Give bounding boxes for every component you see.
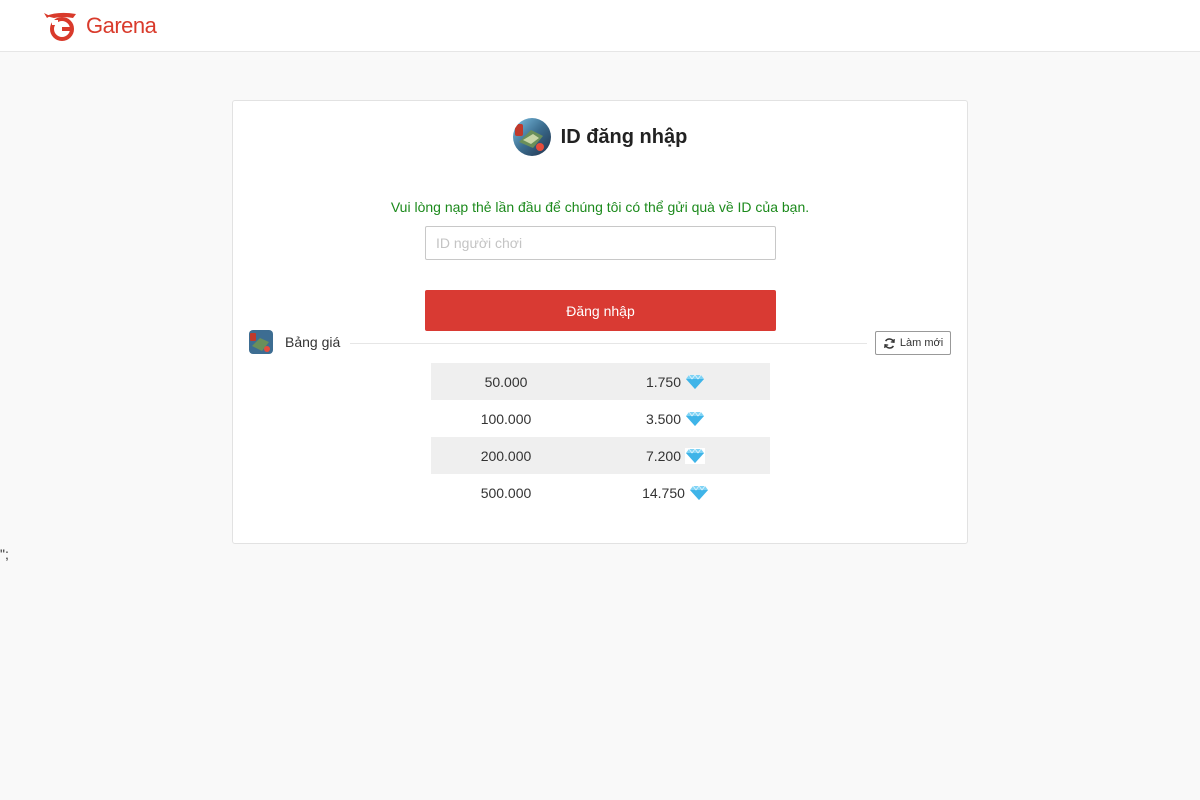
- diamond-amount: 14.750: [642, 484, 685, 501]
- refresh-button[interactable]: Làm mới: [875, 331, 951, 355]
- login-button[interactable]: Đăng nhập: [425, 290, 776, 331]
- divider: [350, 343, 867, 344]
- price-diamonds: 1.750: [581, 374, 770, 390]
- game-icon: [249, 330, 273, 354]
- diamond-amount: 1.750: [645, 373, 682, 390]
- garena-logo-icon: [44, 12, 76, 41]
- price-vnd: 50.000: [484, 373, 528, 390]
- price-vnd: 200.000: [480, 447, 532, 464]
- diamond-amount: 7.200: [645, 447, 682, 464]
- top-bar: Garena: [0, 0, 1200, 52]
- page-title: ID đăng nhập: [560, 125, 688, 148]
- price-diamonds: 14.750: [581, 485, 770, 501]
- price-diamonds: 7.200: [581, 447, 770, 464]
- price-row: 500.000 14.750: [431, 474, 770, 511]
- card-header: ID đăng nhập: [233, 117, 967, 157]
- garena-logo[interactable]: Garena: [42, 10, 157, 42]
- diamond-icon: [685, 447, 706, 464]
- price-list-title: Bảng giá: [285, 334, 341, 350]
- player-id-input[interactable]: [425, 226, 776, 260]
- free-fire-game-icon: [512, 118, 551, 156]
- price-vnd: 100.000: [480, 410, 532, 427]
- price-row: 100.000 3.500: [431, 400, 770, 437]
- brand-name: Garena: [86, 13, 157, 38]
- login-card: ID đăng nhập Vui lòng nạp thẻ lần đầu để…: [232, 100, 968, 544]
- price-row: 200.000 7.200: [431, 437, 770, 474]
- price-row: 50.000 1.750: [431, 363, 770, 400]
- price-diamonds: 3.500: [581, 411, 770, 427]
- diamond-amount: 3.500: [645, 410, 682, 427]
- diamond-icon: [689, 484, 708, 500]
- diamond-icon: [686, 373, 705, 389]
- refresh-label: Làm mới: [899, 337, 944, 349]
- first-topup-notice: Vui lòng nạp thẻ lần đầu để chúng tôi có…: [390, 199, 810, 215]
- stray-text: ";: [0, 546, 9, 562]
- price-list-header: Bảng giá Làm mới: [249, 330, 951, 356]
- price-table: 50.000 1.750 100.000 3.500 200.000 7.200…: [431, 363, 770, 511]
- diamond-icon: [686, 410, 705, 426]
- refresh-icon: [883, 337, 895, 349]
- price-vnd: 500.000: [480, 484, 532, 501]
